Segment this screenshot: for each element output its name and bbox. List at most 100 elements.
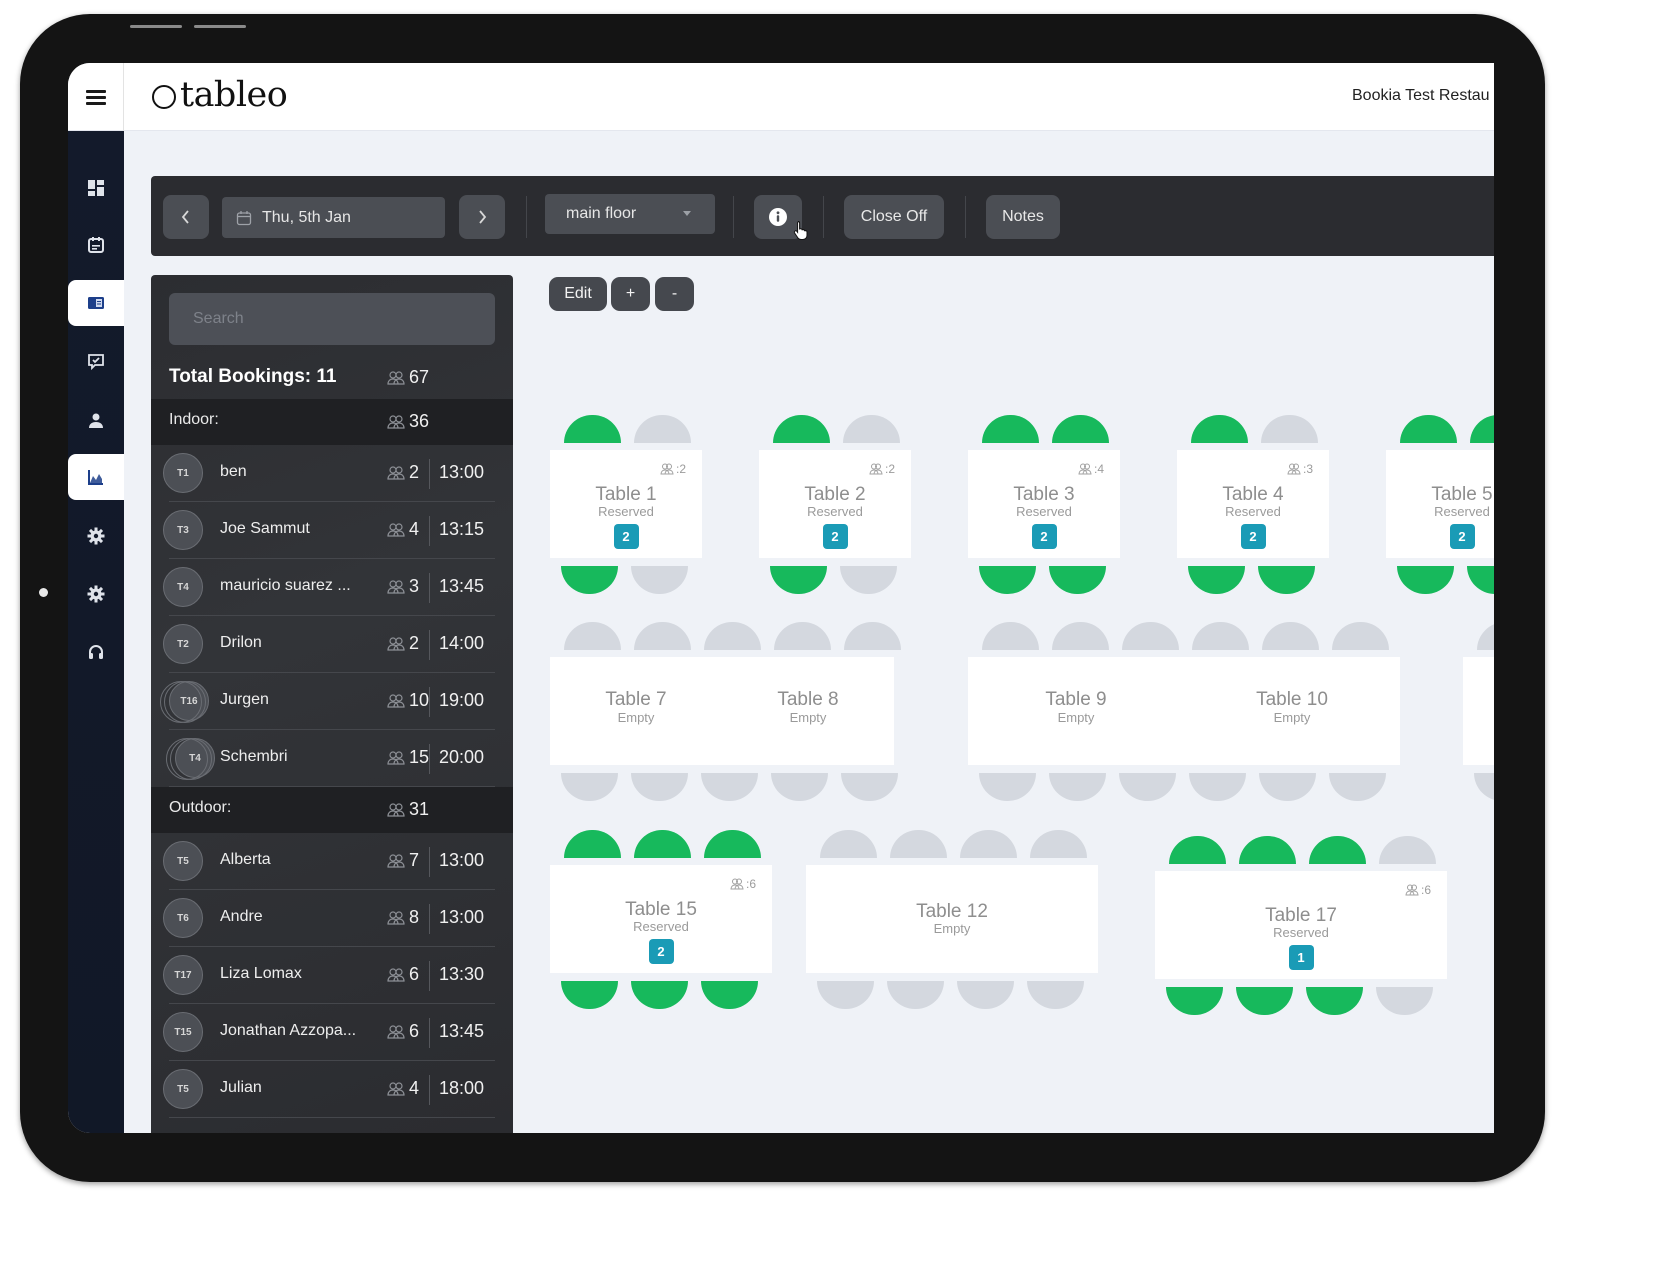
booking-row[interactable]: T5 Alberta 7 13:00 [151, 833, 513, 890]
restaurant-name[interactable]: Bookia Test Restau [1352, 87, 1490, 105]
seat-available [960, 830, 1017, 858]
date-picker[interactable]: Thu, 5th Jan [222, 197, 445, 238]
edit-button[interactable]: Edit [549, 277, 607, 311]
floor-table[interactable]: : 2 Table 2 Reserved 2 [759, 450, 911, 558]
sidebar-item-floor-plan[interactable] [68, 280, 124, 326]
seat-available [634, 415, 691, 443]
divider [429, 904, 430, 934]
next-day-button[interactable] [459, 195, 505, 239]
seat-available [1474, 773, 1494, 801]
table-status: Reserved [1016, 504, 1072, 519]
booking-row[interactable]: T5 Julian 4 18:00 [151, 1061, 513, 1118]
table-capacity-value: 2 [679, 462, 686, 476]
sidebar-item-guests[interactable] [68, 397, 124, 443]
chart-icon [88, 470, 103, 485]
floor-table[interactable]: : 6 Table 17 Reserved 1 [1155, 871, 1447, 979]
floor-table[interactable]: Table 7 Empty Table 8 Empty [550, 657, 894, 765]
booking-count-badge: 2 [1031, 524, 1057, 549]
total-bookings-label: Total Bookings: 11 [169, 366, 337, 387]
section-covers-value: 31 [409, 799, 430, 819]
booking-row[interactable]: T4 mauricio suarez ... 3 13:45 [151, 559, 513, 616]
table-status: Reserved [807, 504, 863, 519]
party-size-value: 2 [409, 462, 420, 482]
table-name: Table 8 [777, 689, 839, 710]
floor-select-value: main floor [566, 205, 637, 222]
guest-name: Joe Sammut [220, 520, 310, 537]
sidebar-item-calendar[interactable] [68, 222, 124, 268]
booking-time: 13:00 [439, 462, 485, 482]
table-avatar: T5 [163, 841, 203, 881]
people-icon [387, 910, 405, 925]
zoom-out-button[interactable]: - [655, 277, 694, 311]
table-name: Table 7 [605, 689, 667, 710]
booking-row[interactable]: T17 Liza Lomax 6 13:30 [151, 947, 513, 1004]
chevron-right-icon [479, 210, 487, 224]
booking-row[interactable]: T4 Schembri 15 20:00 [151, 730, 513, 787]
table-avatar: T1 [163, 453, 203, 493]
sidebar-item-support[interactable] [68, 629, 124, 675]
table-code: T16 [180, 695, 198, 707]
guest-name: Liza Lomax [220, 965, 302, 982]
divider [429, 1075, 430, 1105]
floor-table[interactable]: : 6 Table 15 Reserved 2 [550, 865, 772, 973]
sidebar-item-settings-2[interactable] [68, 571, 124, 617]
table-capacity: : 6 [730, 877, 756, 891]
guest-name: Alberta [220, 851, 271, 868]
table-capacity: : 2 [660, 462, 686, 476]
floor-table[interactable]: : 2 Table 1 Reserved 2 [550, 450, 702, 558]
floor-table-partial[interactable] [1463, 657, 1494, 765]
booking-time: 20:00 [439, 747, 485, 767]
dashboard-icon [88, 180, 104, 196]
party-size: 2 [387, 462, 419, 483]
table-capacity: : 6 [1405, 883, 1431, 897]
seat-occupied [1400, 415, 1457, 443]
booking-time: 14:00 [439, 633, 485, 653]
seat-available [1119, 773, 1176, 801]
badge-value: 2 [622, 529, 630, 544]
table-name: Table 9 [1045, 689, 1107, 710]
notes-button[interactable]: Notes [986, 195, 1060, 239]
booking-row[interactable]: T6 Andre 8 13:00 [151, 890, 513, 947]
booking-row[interactable]: T15 Jonathan Azzopa... 6 13:45 [151, 1004, 513, 1061]
seat-available [887, 981, 944, 1009]
floor-table[interactable]: : 4 Table 3 Reserved 2 [968, 450, 1120, 558]
guest-name: Andre [220, 908, 263, 925]
menu-button[interactable] [68, 63, 124, 131]
calendar-icon [88, 237, 104, 253]
zoom-in-button[interactable]: + [611, 277, 650, 311]
sidebar-item-analytics[interactable] [68, 454, 124, 500]
people-icon [387, 370, 405, 385]
booking-row[interactable]: T1 ben 2 13:00 [151, 445, 513, 502]
people-icon [730, 878, 744, 890]
seat-occupied [773, 415, 830, 443]
floor-select[interactable]: main floor [545, 194, 715, 234]
table-name: Table 3 [1013, 484, 1075, 505]
sidebar-item-settings[interactable] [68, 513, 124, 559]
booking-row[interactable]: T16 Jurgen 10 19:00 [151, 673, 513, 730]
party-size: 4 [387, 1078, 419, 1099]
floor-table[interactable]: : 3 Table 4 Reserved 2 [1177, 450, 1329, 558]
people-icon [869, 463, 883, 475]
close-off-button[interactable]: Close Off [844, 195, 944, 239]
floor-table[interactable]: Table 5 Reserved 2 [1386, 450, 1494, 558]
floor-table[interactable]: Table 12 Empty [806, 865, 1098, 973]
table-code: T3 [177, 524, 189, 536]
booking-row[interactable]: T3 Joe Sammut 4 13:15 [151, 502, 513, 559]
seat-available [564, 622, 621, 650]
table-code: T2 [177, 638, 189, 650]
seat-occupied [704, 830, 761, 858]
seat-available [701, 773, 758, 801]
floor-table[interactable]: Table 9 Empty Table 10 Empty [968, 657, 1400, 765]
seat-available [771, 773, 828, 801]
seat-available [1376, 987, 1433, 1015]
sidebar-item-dashboard[interactable] [68, 165, 124, 211]
gear-icon [87, 527, 105, 545]
search-input[interactable] [169, 293, 495, 345]
sidebar-item-reviews[interactable] [68, 339, 124, 385]
table-name: Table 17 [1265, 905, 1337, 926]
people-icon [387, 579, 405, 594]
party-size-value: 2 [409, 633, 420, 653]
booking-row[interactable]: T2 Drilon 2 14:00 [151, 616, 513, 673]
prev-day-button[interactable] [163, 195, 209, 239]
seat-occupied [561, 981, 618, 1009]
